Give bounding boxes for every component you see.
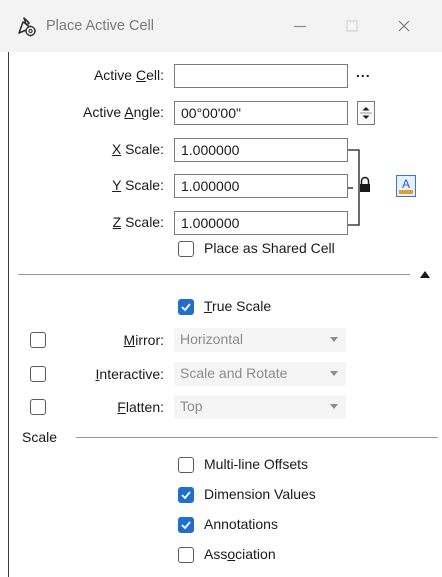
y-scale-input[interactable] xyxy=(174,174,348,198)
scale-section-title: Scale xyxy=(22,429,58,445)
annotation-scale-button[interactable]: A xyxy=(396,175,416,197)
maximize-button[interactable] xyxy=(332,12,372,40)
active-angle-label: Active Angle: xyxy=(83,104,164,120)
minimize-icon xyxy=(294,25,306,28)
interactive-select[interactable]: Scale and Rotate xyxy=(174,362,346,386)
angle-spinner[interactable] xyxy=(357,101,375,125)
flatten-label: Flatten: xyxy=(117,399,164,415)
active-cell-input[interactable] xyxy=(174,64,348,88)
collapse-button[interactable] xyxy=(418,268,432,280)
mirror-checkbox[interactable] xyxy=(30,332,46,348)
association-checkbox[interactable] xyxy=(178,547,194,563)
chevron-down-icon xyxy=(330,404,338,409)
dimension-values-label: Dimension Values xyxy=(204,486,316,502)
flatten-checkbox[interactable] xyxy=(30,399,46,415)
multi-line-offsets-label: Multi-line Offsets xyxy=(204,456,308,472)
z-scale-label: Z Scale: xyxy=(112,214,164,230)
close-icon xyxy=(398,20,410,32)
true-scale-label: True Scale xyxy=(204,298,272,314)
scale-section-divider xyxy=(76,437,438,438)
x-scale-label: X Scale: xyxy=(111,141,164,157)
lock-icon xyxy=(360,176,370,192)
spinner-up-down-icon xyxy=(360,107,372,119)
interactive-label: Interactive: xyxy=(95,366,164,382)
multi-line-offsets-checkbox[interactable] xyxy=(178,457,194,473)
association-label: Association xyxy=(204,546,276,562)
active-cell-label: Active Cell: xyxy=(93,67,164,83)
place-as-shared-cell-checkbox[interactable] xyxy=(178,241,194,257)
interactive-checkbox[interactable] xyxy=(30,366,46,382)
chevron-down-icon xyxy=(330,371,338,376)
section-divider xyxy=(18,274,410,275)
active-angle-input[interactable] xyxy=(174,101,348,125)
svg-text:A: A xyxy=(402,177,410,191)
x-scale-input[interactable] xyxy=(174,138,348,162)
y-scale-label: Y Scale: xyxy=(112,177,164,193)
browse-cell-button[interactable]: ... xyxy=(356,64,382,80)
annotations-label: Annotations xyxy=(204,516,278,532)
annotations-checkbox[interactable] xyxy=(178,517,194,533)
true-scale-checkbox[interactable] xyxy=(178,299,194,315)
mirror-label: Mirror: xyxy=(123,332,164,348)
mirror-select[interactable]: Horizontal xyxy=(174,328,346,352)
chevron-down-icon xyxy=(330,337,338,342)
maximize-icon xyxy=(346,20,358,32)
lock-button[interactable] xyxy=(354,173,376,197)
close-button[interactable] xyxy=(384,12,424,40)
flatten-select[interactable]: Top xyxy=(174,395,346,419)
place-cell-tool-icon xyxy=(18,17,36,37)
window-left-border xyxy=(8,52,9,577)
dimension-values-checkbox[interactable] xyxy=(178,487,194,503)
annotation-scale-icon: A xyxy=(399,177,413,194)
z-scale-input[interactable] xyxy=(174,211,348,235)
triangle-up-icon xyxy=(420,271,430,278)
place-as-shared-cell-label: Place as Shared Cell xyxy=(204,240,335,256)
minimize-button[interactable] xyxy=(280,12,320,40)
window-title: Place Active Cell xyxy=(46,18,154,34)
